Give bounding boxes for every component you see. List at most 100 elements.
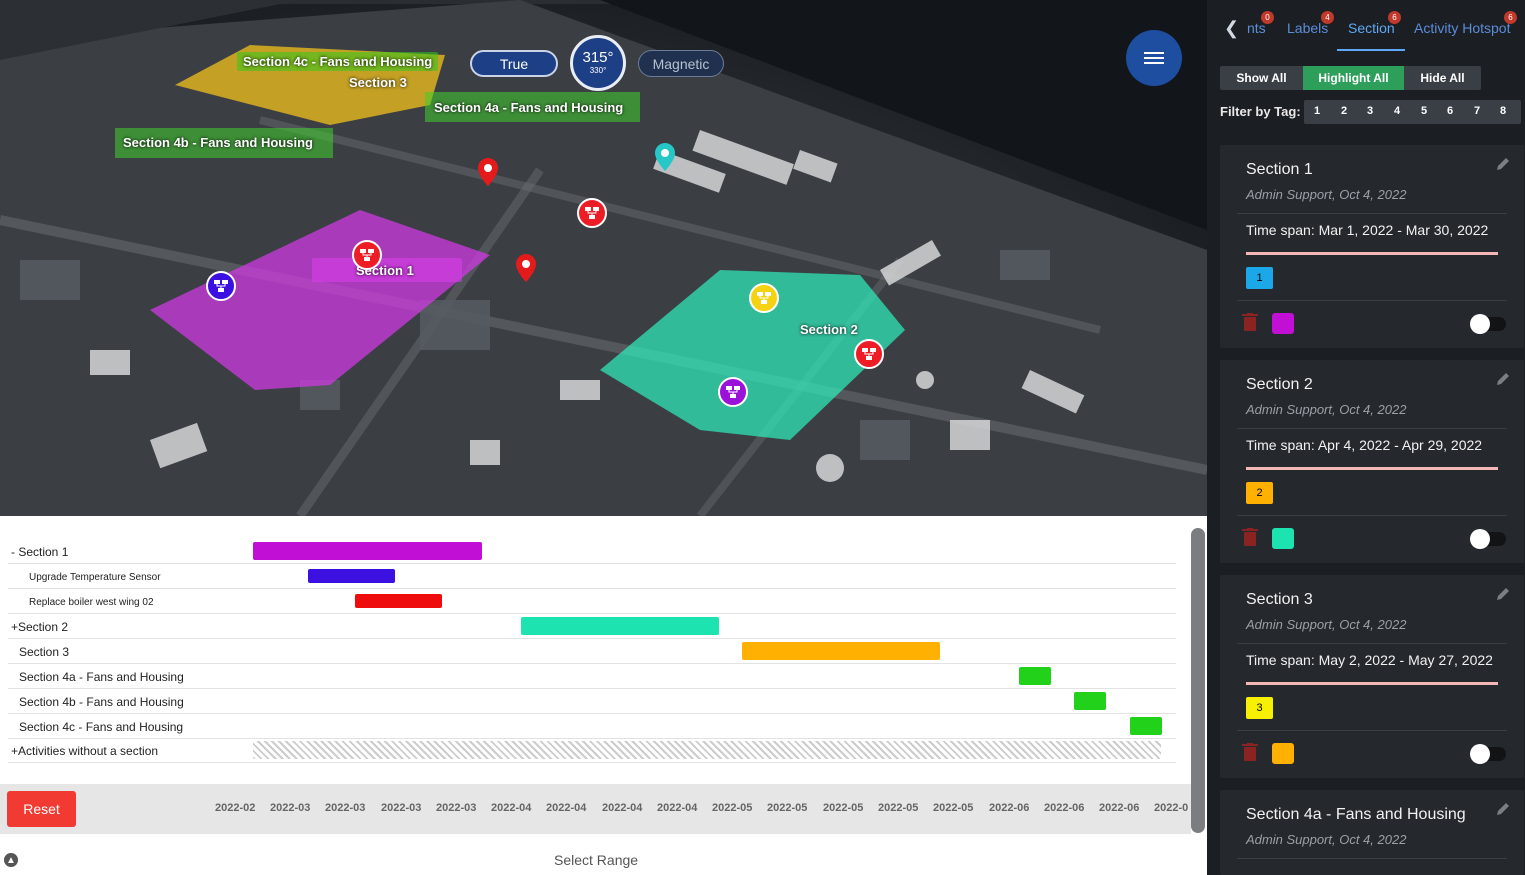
select-range-label[interactable]: Select Range [554, 852, 638, 868]
gantt-row-replace-boiler[interactable]: Replace boiler west wing 02 [8, 589, 1176, 614]
location-pin-icon[interactable] [478, 158, 498, 186]
hotspot-marker[interactable] [206, 271, 236, 301]
section-card-meta: Admin Support, Oct 4, 2022 [1246, 402, 1407, 417]
highlight-all-button[interactable]: Highlight All [1303, 66, 1404, 90]
hotspot-marker[interactable] [854, 339, 884, 369]
trash-icon[interactable] [1242, 313, 1258, 331]
gantt-bar-section-3[interactable] [742, 642, 940, 660]
gantt-bar-section-1[interactable] [253, 542, 482, 560]
reset-button[interactable]: Reset [7, 791, 76, 827]
tab-section[interactable]: Section [1348, 20, 1395, 36]
location-pin-icon[interactable] [516, 254, 536, 282]
gantt-row-section-4a[interactable]: Section 4a - Fans and Housing [8, 664, 1176, 689]
filter-by-tag-label: Filter by Tag: [1220, 104, 1301, 119]
gantt-bar-section-4c[interactable] [1130, 717, 1162, 735]
timeline-axis[interactable]: Reset 2022-02 2022-03 2022-03 2022-03 20… [0, 784, 1191, 834]
section-color-swatch[interactable] [1272, 313, 1294, 334]
axis-tick: 2022-04 [546, 802, 587, 814]
zone-label-section-3[interactable]: Section 3 [349, 75, 407, 90]
tag-filter-button[interactable]: 5 [1421, 105, 1427, 117]
section-tag-chip[interactable]: 1 [1246, 267, 1273, 289]
menu-button[interactable] [1126, 30, 1182, 86]
section-visibility-toggle[interactable] [1470, 744, 1506, 764]
section-color-swatch[interactable] [1272, 528, 1294, 549]
app-root: Section 4c - Fans and Housing Section 3 … [0, 0, 1525, 875]
gantt-scrollbar[interactable] [1191, 528, 1205, 833]
gantt-row-label: Upgrade Temperature Sensor [29, 572, 161, 583]
section-card-title: Section 4a - Fans and Housing [1246, 806, 1466, 823]
gantt-row-section-4c[interactable]: Section 4c - Fans and Housing [8, 714, 1176, 739]
section-visibility-toggle[interactable] [1470, 314, 1506, 334]
section-card[interactable]: Section 3 Admin Support, Oct 4, 2022 Tim… [1220, 575, 1524, 778]
zone-label-section-4b[interactable]: Section 4b - Fans and Housing [117, 133, 319, 152]
timespan-bar [1246, 682, 1498, 685]
zone-label-section-4a[interactable]: Section 4a - Fans and Housing [428, 98, 629, 117]
toggle-knob [1470, 744, 1490, 764]
tab-badge: 6 [1388, 11, 1401, 24]
pencil-icon[interactable] [1496, 802, 1510, 816]
hamburger-icon [1144, 49, 1164, 67]
gantt-bar-section-2[interactable] [521, 617, 719, 635]
trash-icon[interactable] [1242, 528, 1258, 546]
section-visibility-toggle[interactable] [1470, 529, 1506, 549]
gantt-row-section-1[interactable]: - Section 1 [8, 539, 1176, 564]
pencil-icon[interactable] [1496, 587, 1510, 601]
axis-tick: 2022-04 [657, 802, 698, 814]
chevron-up-icon[interactable]: ▲ [4, 853, 18, 867]
gantt-row-upgrade-sensor[interactable]: Upgrade Temperature Sensor [8, 564, 1176, 589]
tab-labels[interactable]: Labels [1287, 20, 1328, 36]
tag-filter-button[interactable]: 3 [1367, 105, 1373, 117]
gantt-row-label[interactable]: +Activities without a section [11, 744, 158, 758]
divider [1237, 213, 1507, 214]
tag-filter-button[interactable]: 2 [1341, 105, 1347, 117]
tag-filter-button[interactable]: 6 [1447, 105, 1453, 117]
gantt-row-label[interactable]: - Section 1 [11, 545, 68, 559]
magnetic-north-button[interactable]: Magnetic [638, 50, 724, 77]
chevron-left-icon[interactable]: ❮ [1224, 18, 1239, 39]
gantt-bar-section-4b[interactable] [1074, 692, 1106, 710]
section-tag-chip[interactable]: 3 [1246, 697, 1273, 719]
tab-badge: 6 [1504, 11, 1517, 24]
location-pin-icon[interactable] [655, 143, 675, 171]
zone-label-section-1[interactable]: Section 1 [312, 258, 462, 282]
hotspot-marker[interactable] [749, 283, 779, 313]
tag-filter-button[interactable]: 7 [1474, 105, 1480, 117]
hotspot-marker[interactable] [352, 240, 382, 270]
zone-label-section-4c[interactable]: Section 4c - Fans and Housing [237, 52, 439, 71]
hotspot-marker[interactable] [577, 198, 607, 228]
gantt-bar-replace-boiler[interactable] [355, 594, 442, 608]
gantt-bar-section-4a[interactable] [1019, 667, 1051, 685]
zone-label-section-2[interactable]: Section 2 [800, 322, 858, 337]
gantt-row-section-3[interactable]: Section 3 [8, 639, 1176, 664]
axis-tick: 2022-03 [381, 802, 422, 814]
map-3d-view[interactable]: Section 4c - Fans and Housing Section 3 … [0, 0, 1207, 516]
gantt-row-label[interactable]: +Section 2 [11, 620, 68, 634]
gantt-row-section-4b[interactable]: Section 4b - Fans and Housing [8, 689, 1176, 714]
tag-filter-button[interactable]: 1 [1314, 105, 1320, 117]
gantt-row-no-section[interactable]: +Activities without a section [8, 738, 1176, 763]
section-card[interactable]: Section 2 Admin Support, Oct 4, 2022 Tim… [1220, 360, 1524, 563]
hide-all-button[interactable]: Hide All [1404, 66, 1481, 90]
section-tag-chip[interactable]: 2 [1246, 482, 1273, 504]
gantt-chart: - Section 1 Upgrade Temperature Sensor R… [0, 516, 1207, 875]
tag-filter-button[interactable]: 4 [1394, 105, 1400, 117]
zone-section-1 [150, 210, 490, 390]
tab-activity-hotspot[interactable]: Activity Hotspot [1414, 20, 1514, 36]
true-north-button[interactable]: True [470, 50, 558, 77]
show-all-button[interactable]: Show All [1220, 66, 1303, 90]
gantt-row-section-2[interactable]: +Section 2 [8, 614, 1176, 639]
hotspot-marker[interactable] [718, 377, 748, 407]
trash-icon[interactable] [1242, 743, 1258, 761]
gantt-bar-upgrade-sensor[interactable] [308, 569, 395, 583]
toggle-knob [1470, 314, 1490, 334]
gantt-row-label: Section 4c - Fans and Housing [19, 720, 184, 734]
pencil-icon[interactable] [1496, 372, 1510, 386]
axis-tick: 2022-03 [270, 802, 311, 814]
section-color-swatch[interactable] [1272, 743, 1294, 764]
compass-dial[interactable]: 315° 330° [570, 35, 626, 91]
section-card[interactable]: Section 4a - Fans and Housing Admin Supp… [1220, 790, 1524, 875]
gantt-bar-no-section[interactable] [253, 741, 1161, 759]
pencil-icon[interactable] [1496, 157, 1510, 171]
section-card[interactable]: Section 1 Admin Support, Oct 4, 2022 Tim… [1220, 145, 1524, 348]
tag-filter-button[interactable]: 8 [1500, 105, 1506, 117]
